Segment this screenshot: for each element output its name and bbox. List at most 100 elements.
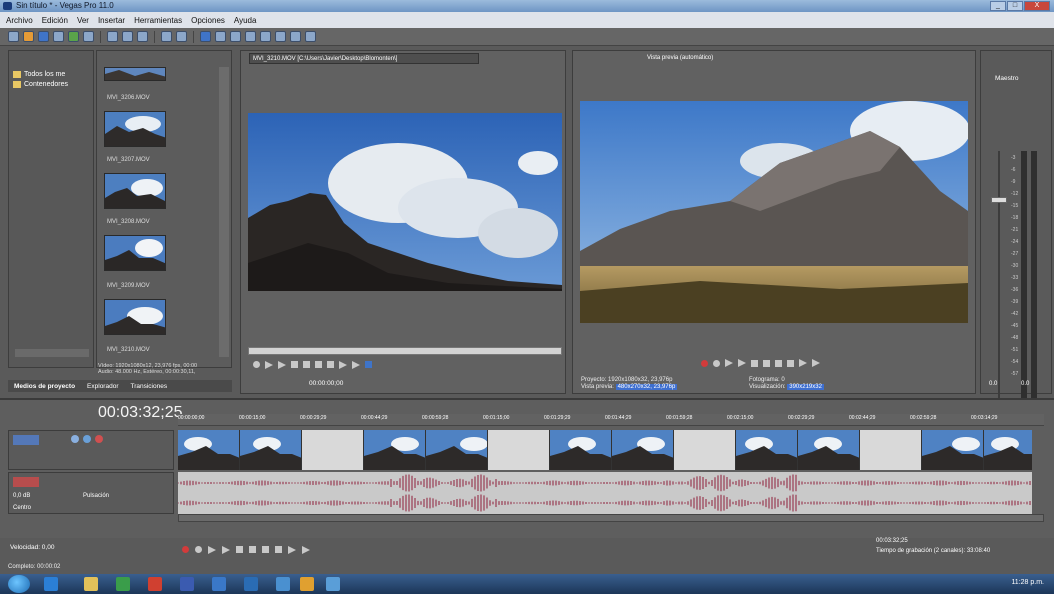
solo-icon[interactable] (95, 435, 103, 443)
video-clip[interactable] (922, 430, 984, 470)
video-clip[interactable] (798, 430, 860, 470)
preview-quality-dropdown[interactable]: Vista previa (automático) (647, 55, 713, 61)
play-icon[interactable] (738, 359, 746, 367)
tab-transitions[interactable]: Transiciones (124, 383, 173, 390)
video-clip[interactable] (612, 430, 674, 470)
prev-frame-icon[interactable] (799, 359, 807, 367)
new-project-icon[interactable] (8, 31, 19, 42)
cut-icon[interactable] (107, 31, 118, 42)
loop-icon[interactable] (713, 359, 720, 367)
facebook-icon[interactable] (180, 577, 194, 591)
video-clip[interactable] (550, 430, 612, 470)
record-icon[interactable] (701, 359, 708, 367)
app-icon[interactable] (276, 577, 290, 591)
loop-icon[interactable] (253, 361, 260, 368)
maximize-button[interactable]: □ (1007, 1, 1023, 11)
next-frame-icon[interactable] (302, 546, 310, 554)
media-thumbnail[interactable] (104, 111, 166, 147)
menu-edicion[interactable]: Edición (42, 16, 68, 25)
selection-tool-icon[interactable] (245, 31, 256, 42)
next-frame-icon[interactable] (352, 361, 360, 369)
tab-project-media[interactable]: Medios de proyecto (8, 383, 81, 390)
lock-envelopes-icon[interactable] (290, 31, 301, 42)
tree-item-bins[interactable]: Contenedores (13, 81, 68, 88)
render-icon[interactable] (68, 31, 79, 42)
go-to-end-icon[interactable] (327, 361, 334, 368)
media-thumbnail[interactable] (104, 235, 166, 271)
video-clip[interactable] (302, 430, 364, 470)
pause-icon[interactable] (751, 359, 758, 367)
help-icon[interactable] (305, 31, 316, 42)
vegas-taskbar-icon[interactable] (148, 577, 162, 591)
compositing-icon[interactable] (71, 435, 79, 443)
zoom-tool-icon[interactable] (260, 31, 271, 42)
autoripple-icon[interactable] (275, 31, 286, 42)
trimmer-path-field[interactable]: MVI_3210.MOV [C:\Users\Javier\Desktop\Bl… (249, 53, 479, 64)
go-to-end-icon[interactable] (275, 546, 282, 553)
pause-icon[interactable] (291, 361, 298, 368)
play-icon[interactable] (222, 546, 230, 554)
word-icon[interactable] (212, 577, 226, 591)
app-icon[interactable] (326, 577, 340, 591)
paste-icon[interactable] (137, 31, 148, 42)
tree-h-scrollbar[interactable] (15, 349, 89, 357)
thumbnails-scrollbar[interactable] (219, 67, 229, 357)
undo-icon[interactable] (161, 31, 172, 42)
media-thumbnail[interactable] (104, 299, 166, 335)
video-clip[interactable] (860, 430, 922, 470)
menu-opciones[interactable]: Opciones (191, 16, 225, 25)
menu-ayuda[interactable]: Ayuda (234, 16, 257, 25)
app-icon[interactable] (300, 577, 314, 591)
menu-archivo[interactable]: Archivo (6, 16, 33, 25)
video-clip[interactable] (488, 430, 550, 470)
play-from-start-icon[interactable] (265, 361, 273, 369)
prev-frame-icon[interactable] (288, 546, 296, 554)
properties-icon[interactable] (53, 31, 64, 42)
audio-mode-dropdown[interactable]: Pulsación (83, 493, 109, 499)
video-clip[interactable] (984, 430, 1032, 470)
stop-icon[interactable] (249, 546, 256, 553)
play-from-start-icon[interactable] (208, 546, 216, 554)
explorer-icon[interactable] (84, 577, 98, 591)
copy-icon[interactable] (122, 31, 133, 42)
media-thumbnail[interactable] (104, 67, 166, 81)
envelope-tool-icon[interactable] (230, 31, 241, 42)
save-icon[interactable] (38, 31, 49, 42)
tab-explorer[interactable]: Explorador (81, 383, 124, 390)
go-to-start-icon[interactable] (775, 359, 782, 367)
video-clip[interactable] (674, 430, 736, 470)
ie-icon[interactable] (44, 577, 58, 591)
media-thumbnail[interactable] (104, 173, 166, 209)
play-from-start-icon[interactable] (725, 359, 733, 367)
menu-herramientas[interactable]: Herramientas (134, 16, 182, 25)
tree-item-all-media[interactable]: Todos los me (13, 71, 65, 78)
record-icon[interactable] (182, 546, 189, 553)
start-button[interactable] (8, 575, 30, 593)
edit-tool-icon[interactable] (215, 31, 226, 42)
add-to-timeline-icon[interactable] (365, 361, 372, 368)
minimize-button[interactable]: _ (990, 1, 1006, 11)
snap-icon[interactable] (200, 31, 211, 42)
go-to-start-icon[interactable] (315, 361, 322, 368)
close-button[interactable]: X (1024, 1, 1050, 11)
loop-icon[interactable] (195, 546, 202, 553)
menu-insertar[interactable]: Insertar (98, 16, 125, 25)
next-frame-icon[interactable] (812, 359, 820, 367)
timeline-ruler[interactable]: 00:00:00;00 00:00:15;00 00:00:29;29 00:00:4… (178, 414, 1044, 426)
video-clip[interactable] (426, 430, 488, 470)
mute-icon[interactable] (83, 435, 91, 443)
video-track[interactable] (178, 430, 1032, 470)
prev-frame-icon[interactable] (339, 361, 347, 369)
video-clip[interactable] (736, 430, 798, 470)
stop-icon[interactable] (303, 361, 310, 368)
go-to-start-icon[interactable] (262, 546, 269, 553)
capture-icon[interactable] (83, 31, 94, 42)
timeline-scrollbar[interactable] (178, 514, 1044, 522)
redo-icon[interactable] (176, 31, 187, 42)
menu-ver[interactable]: Ver (77, 16, 89, 25)
video-clip[interactable] (240, 430, 302, 470)
trimmer-scrub-bar[interactable] (248, 347, 562, 355)
app-icon[interactable] (244, 577, 258, 591)
media-app-icon[interactable] (116, 577, 130, 591)
master-fader[interactable] (991, 197, 1007, 203)
